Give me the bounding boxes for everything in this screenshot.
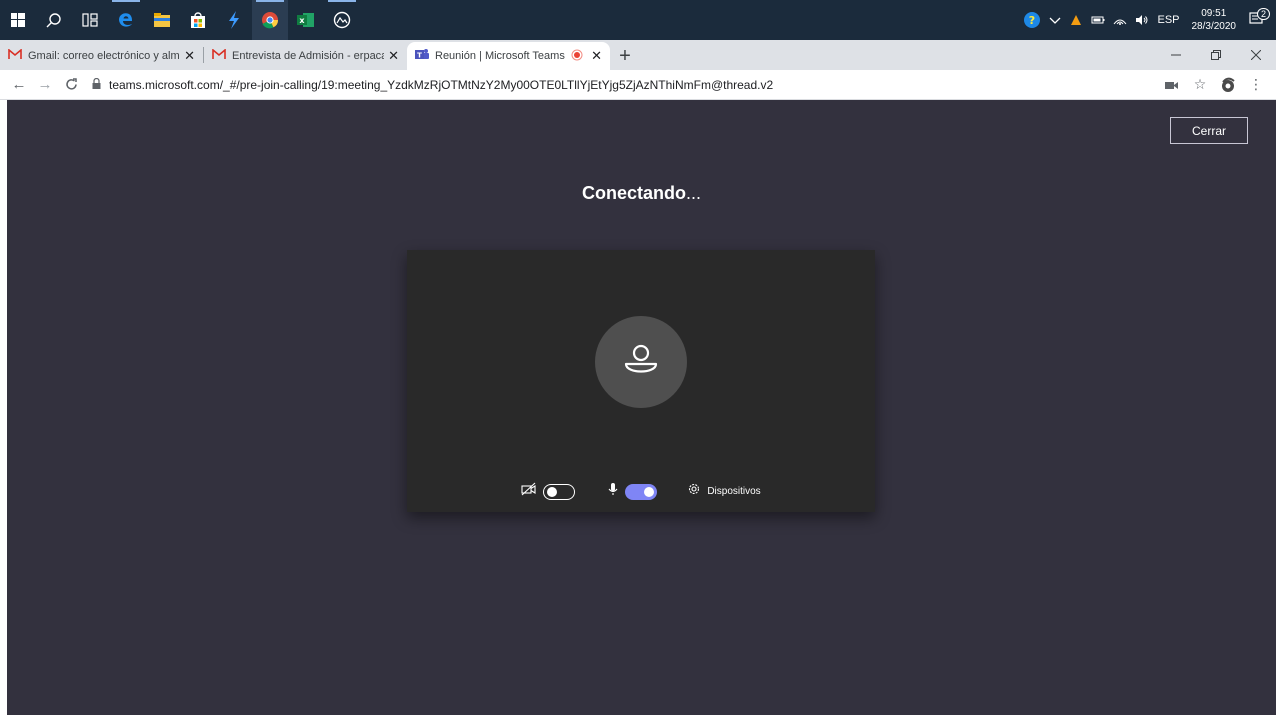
address-bar[interactable]: teams.microsoft.com/_#/pre-join-calling/… [84, 73, 1158, 97]
wifi-icon[interactable] [1109, 14, 1131, 26]
volume-icon[interactable] [1131, 14, 1153, 26]
clock-time: 09:51 [1201, 8, 1227, 19]
app-tray-icon[interactable] [1065, 13, 1087, 27]
teams-icon: T [415, 48, 429, 64]
file-explorer-icon[interactable] [144, 0, 180, 40]
svg-text:x: x [299, 16, 305, 25]
camera-toggle[interactable] [543, 483, 576, 500]
connecting-text: Conectando [581, 183, 686, 203]
bookmark-star-icon[interactable]: ☆ [1186, 76, 1214, 93]
chrome-icon[interactable] [252, 0, 288, 40]
microphone-icon [607, 482, 619, 501]
gmail-icon [212, 48, 226, 63]
close-button[interactable]: Cerrar [1170, 117, 1248, 144]
devices-label: Dispositivos [707, 486, 761, 497]
help-icon[interactable]: ? [1019, 11, 1045, 29]
windows-taskbar: x ? ESP 09:51 28/3/2020 2 [0, 0, 1276, 40]
store-icon[interactable] [180, 0, 216, 40]
camera-off-icon [521, 482, 537, 501]
new-tab-button[interactable]: + [610, 42, 640, 70]
avatar [595, 316, 687, 408]
bolt-app-icon[interactable] [216, 0, 252, 40]
connecting-dots: ... [686, 183, 702, 203]
battery-icon[interactable] [1087, 15, 1109, 25]
windows-start-icon[interactable] [0, 0, 36, 40]
video-preview-panel: Dispositivos [407, 250, 875, 512]
url-text: teams.microsoft.com/_#/pre-join-calling/… [109, 77, 774, 92]
search-icon[interactable] [36, 0, 72, 40]
notification-count-badge: 2 [1256, 8, 1270, 20]
camera-in-use-icon[interactable] [1158, 80, 1186, 90]
gmail-icon [8, 48, 22, 63]
edge-icon[interactable] [108, 0, 144, 40]
tab-teams-meeting[interactable]: T Reunión | Microsoft Teams ✕ [407, 42, 610, 70]
lock-icon[interactable] [92, 77, 101, 92]
system-tray: ? ESP 09:51 28/3/2020 2 [1019, 0, 1276, 40]
clock-date: 28/3/2020 [1191, 21, 1237, 32]
excel-icon[interactable]: x [288, 0, 324, 40]
forward-arrow-icon[interactable]: → [32, 71, 58, 99]
extension-icon[interactable] [1214, 76, 1242, 94]
chevron-up-icon[interactable] [1045, 15, 1065, 25]
notification-center-icon[interactable]: 2 [1244, 8, 1276, 29]
tab-title: Gmail: correo electrónico y almac [28, 50, 181, 62]
reload-icon[interactable] [58, 71, 84, 99]
clock[interactable]: 09:51 28/3/2020 [1184, 7, 1245, 33]
microphone-control [607, 482, 658, 501]
toggle-knob [644, 486, 655, 497]
camera-app-icon[interactable] [324, 0, 360, 40]
browser-tab-strip: Gmail: correo electrónico y almac ✕ Entr… [0, 40, 1276, 70]
tab-close-icon[interactable]: ✕ [591, 48, 602, 64]
camera-control [521, 482, 576, 501]
minimize-icon[interactable] [1156, 40, 1196, 70]
window-controls [1156, 40, 1276, 70]
tab-gmail[interactable]: Gmail: correo electrónico y almac ✕ [0, 42, 203, 70]
toolbar-actions: ☆ ⋮ [1158, 76, 1276, 94]
tab-close-icon[interactable]: ✕ [388, 48, 399, 64]
device-controls: Dispositivos [407, 482, 875, 501]
tab-title: Entrevista de Admisión - erpacal [232, 50, 385, 62]
devices-button[interactable]: Dispositivos [687, 482, 761, 501]
tab-title: Reunión | Microsoft Teams [435, 50, 565, 62]
task-view-icon[interactable] [72, 0, 108, 40]
person-icon [621, 340, 661, 385]
browser-toolbar: ← → teams.microsoft.com/_#/pre-join-call… [0, 70, 1276, 100]
more-options-icon[interactable]: ⋮ [1242, 76, 1270, 93]
svg-text:?: ? [1029, 14, 1035, 27]
svg-text:T: T [417, 52, 422, 60]
recording-indicator-icon [571, 49, 583, 64]
restore-icon[interactable] [1196, 40, 1236, 70]
language-indicator[interactable]: ESP [1153, 14, 1183, 26]
connecting-status: Conectando... [7, 183, 1276, 204]
gear-icon [687, 482, 701, 501]
microphone-toggle[interactable] [625, 483, 658, 500]
teams-prejoin-screen: Cerrar Conectando... Dispositivos [7, 100, 1276, 715]
toggle-knob [547, 486, 558, 497]
tab-close-icon[interactable]: ✕ [184, 48, 195, 64]
back-arrow-icon[interactable]: ← [6, 71, 32, 99]
close-window-icon[interactable] [1236, 40, 1276, 70]
tab-entrevista[interactable]: Entrevista de Admisión - erpacal ✕ [204, 42, 407, 70]
